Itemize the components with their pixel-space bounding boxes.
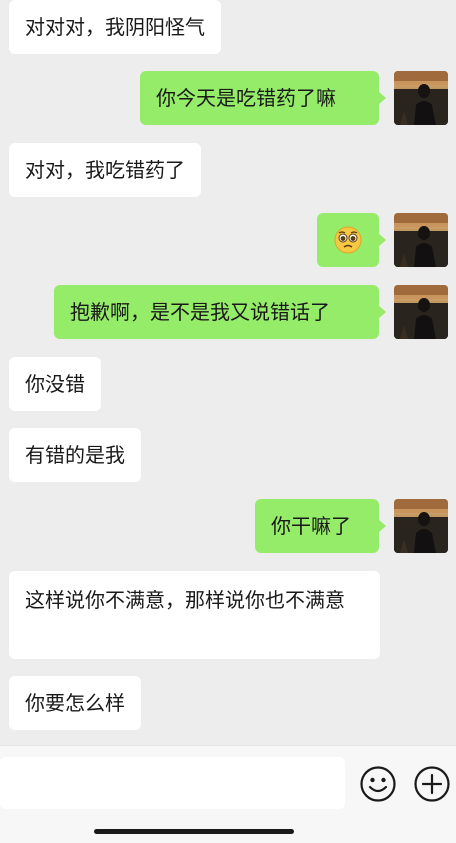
outgoing-message-bubble[interactable]: 抱歉啊，是不是我又说错话了 xyxy=(54,285,386,339)
incoming-message-bubble[interactable]: 对对对，我阴阳怪气 xyxy=(9,0,221,54)
user-avatar[interactable] xyxy=(394,285,448,339)
outgoing-message-bubble[interactable]: 你干嘛了 xyxy=(255,499,386,553)
incoming-message-bubble[interactable]: 对对，我吃错药了 xyxy=(9,143,201,197)
message-input[interactable] xyxy=(0,757,345,809)
user-avatar[interactable] xyxy=(394,71,448,125)
plus-circle-icon[interactable] xyxy=(413,765,451,803)
pleading-face-icon xyxy=(334,226,362,254)
avatar-image xyxy=(394,71,448,125)
avatar-image xyxy=(394,285,448,339)
user-avatar[interactable] xyxy=(394,499,448,553)
user-avatar[interactable] xyxy=(394,213,448,267)
message-input-bar xyxy=(0,745,456,843)
incoming-message-bubble[interactable]: 有错的是我 xyxy=(9,428,141,482)
incoming-message-bubble[interactable]: 你没错 xyxy=(9,357,101,411)
outgoing-emoji-bubble[interactable] xyxy=(317,213,386,267)
avatar-image xyxy=(394,213,448,267)
chat-message-list[interactable]: 对对对，我阴阳怪气 你今天是吃错药了嘛 对对，我吃错药了 抱歉啊，是不是我又说错… xyxy=(0,0,456,745)
incoming-message-bubble[interactable]: 这样说你不满意，那样说你也不满意 xyxy=(9,571,380,659)
home-indicator xyxy=(94,829,294,834)
outgoing-message-bubble[interactable]: 你今天是吃错药了嘛 xyxy=(140,71,386,125)
smiley-face-icon[interactable] xyxy=(359,765,397,803)
avatar-image xyxy=(394,499,448,553)
incoming-message-bubble[interactable]: 你要怎么样 xyxy=(9,676,141,730)
